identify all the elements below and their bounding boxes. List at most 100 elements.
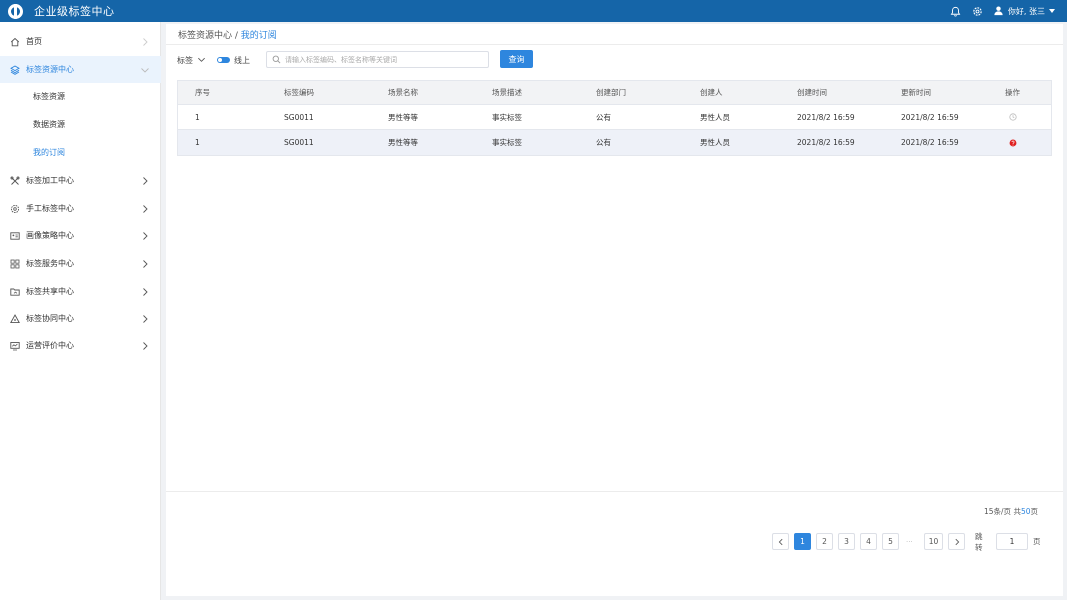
jump-page-input[interactable]	[996, 533, 1028, 550]
clock-icon[interactable]	[1009, 113, 1017, 121]
online-toggle[interactable]	[217, 57, 230, 63]
bell-icon[interactable]	[949, 5, 962, 18]
sidebar-subitem-label: 标签资源	[33, 92, 65, 101]
sidebar-item-label: 标签协同中心	[26, 314, 74, 323]
sidebar-item-label: 标签资源中心	[26, 65, 74, 74]
gear-circle-icon	[10, 204, 20, 214]
sidebar-item-operation-evaluation[interactable]: 运营评价中心	[0, 332, 161, 359]
column-header: 创建人	[700, 88, 723, 97]
page-button-last[interactable]: 10	[924, 533, 943, 550]
tools-icon	[10, 175, 20, 186]
table-header-row: 序号 标签编码 场景名称 场景描述 创建部门 创建人 创建时间 更新时间 操作	[178, 81, 1051, 105]
sidebar-item-label: 标签服务中心	[26, 259, 74, 268]
sidebar-subitem-data-resource[interactable]: 数据资源	[0, 111, 161, 138]
sidebar-item-tag-resource-center[interactable]: 标签资源中心	[0, 56, 161, 83]
table-cell: 1	[195, 112, 200, 122]
sidebar-item-tag-service[interactable]: 标签服务中心	[0, 250, 161, 277]
sidebar-item-tag-collaboration[interactable]: 标签协同中心	[0, 305, 161, 332]
chevron-down-icon	[197, 55, 206, 66]
online-toggle-label: 线上	[234, 55, 250, 65]
table-cell: 男性人员	[700, 138, 730, 147]
sidebar-subitem-my-subscription[interactable]: 我的订阅	[0, 139, 161, 166]
home-icon	[10, 37, 20, 47]
pagination-ellipsis[interactable]: ···	[906, 533, 913, 550]
top-header: 企业级标签中心 你好, 张三	[0, 0, 1067, 22]
page-button-5[interactable]: 5	[882, 533, 899, 550]
column-header: 场景描述	[492, 88, 522, 97]
chevron-right-icon	[140, 37, 150, 47]
divider	[166, 44, 1063, 45]
sidebar-item-label: 标签加工中心	[26, 176, 74, 185]
table-cell: SG0011	[284, 112, 314, 122]
table-cell: 公有	[596, 112, 611, 122]
table-cell: 公有	[596, 138, 611, 147]
column-header: 操作	[1005, 88, 1020, 97]
sidebar-item-tag-sharing[interactable]: 标签共享中心	[0, 278, 161, 305]
table-cell: 2021/8/2 16:59	[797, 138, 855, 147]
breadcrumb: 标签资源中心 / 我的订阅	[178, 28, 277, 41]
table-cell: 2021/8/2 16:59	[901, 138, 959, 147]
column-header: 场景名称	[388, 88, 418, 97]
sidebar-item-label: 运营评价中心	[26, 341, 74, 350]
sidebar-item-manual-tag[interactable]: 手工标签中心	[0, 195, 161, 222]
main-content: 标签资源中心 / 我的订阅 标签 线上 查询 序号 标签编码 场景名称 场景描述…	[166, 24, 1063, 596]
breadcrumb-parent[interactable]: 标签资源中心	[178, 31, 232, 41]
question-icon[interactable]	[1009, 139, 1017, 147]
table-cell-action	[1009, 130, 1017, 155]
chevron-right-icon	[954, 538, 959, 545]
sidebar-item-tag-processing[interactable]: 标签加工中心	[0, 167, 161, 194]
column-header: 标签编码	[284, 88, 314, 97]
search-box	[266, 51, 489, 68]
page-button-3[interactable]: 3	[838, 533, 855, 550]
id-card-icon	[10, 231, 20, 241]
app-title: 企业级标签中心	[34, 5, 115, 18]
user-icon	[993, 5, 1004, 18]
column-header: 创建部门	[596, 88, 626, 97]
table-row[interactable]: 1 SG0011 男性等等 事实标签 公有 男性人员 2021/8/2 16:5…	[178, 105, 1051, 130]
page-button-1[interactable]: 1	[794, 533, 811, 550]
sidebar-subitem-label: 数据资源	[33, 120, 65, 129]
table-cell: 男性人员	[700, 112, 730, 122]
layers-icon	[10, 64, 20, 75]
triangle-icon	[10, 313, 20, 324]
chevron-right-icon	[140, 314, 150, 324]
table-cell: SG0011	[284, 138, 314, 147]
caret-down-icon	[1049, 9, 1055, 13]
sidebar-item-label: 标签共享中心	[26, 287, 74, 296]
gear-icon[interactable]	[971, 5, 984, 18]
total-prefix: 共	[1013, 507, 1021, 516]
query-button[interactable]: 查询	[500, 50, 533, 68]
breadcrumb-current: 我的订阅	[240, 31, 277, 41]
table-row[interactable]: 1 SG0011 男性等等 事实标签 公有 男性人员 2021/8/2 16:5…	[178, 130, 1051, 155]
breadcrumb-separator: /	[232, 31, 241, 41]
total-pages: 50	[1020, 507, 1031, 516]
sidebar-item-portrait-strategy[interactable]: 画像策略中心	[0, 222, 161, 249]
chevron-right-icon	[140, 287, 150, 297]
sidebar-subitem-tag-resource[interactable]: 标签资源	[0, 83, 161, 110]
jump-label: 跳转	[975, 531, 983, 552]
jump-suffix: 页	[1033, 537, 1041, 546]
folder-share-icon	[10, 287, 20, 297]
table-cell: 事实标签	[492, 112, 522, 122]
user-menu[interactable]: 你好, 张三	[993, 5, 1055, 18]
sidebar-subitem-label: 我的订阅	[33, 148, 65, 157]
prev-page-button[interactable]	[772, 533, 789, 550]
table-cell: 男性等等	[388, 112, 418, 122]
page-button-2[interactable]: 2	[816, 533, 833, 550]
page-button-4[interactable]: 4	[860, 533, 877, 550]
page-info: 15条/页 共50页	[984, 506, 1038, 517]
next-page-button[interactable]	[948, 533, 965, 550]
search-icon	[272, 55, 281, 64]
sidebar-item-home[interactable]: 首页	[0, 28, 161, 55]
column-header: 序号	[195, 88, 210, 97]
subscription-table: 序号 标签编码 场景名称 场景描述 创建部门 创建人 创建时间 更新时间 操作 …	[177, 80, 1052, 156]
table-cell: 1	[195, 138, 200, 147]
tag-type-select[interactable]: 标签	[177, 55, 206, 66]
tag-type-value: 标签	[177, 55, 193, 65]
table-cell: 2021/8/2 16:59	[901, 112, 959, 122]
logo-icon	[8, 3, 23, 19]
search-input[interactable]	[285, 55, 480, 64]
sidebar-item-label: 手工标签中心	[26, 204, 74, 213]
chevron-right-icon	[140, 231, 150, 241]
per-page-text: 15条/页	[983, 507, 1012, 516]
